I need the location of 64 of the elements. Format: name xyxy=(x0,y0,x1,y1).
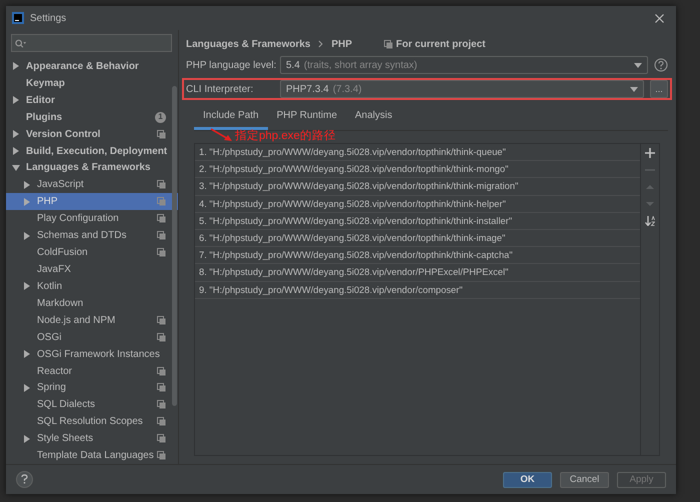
field-label: CLI Interpreter: xyxy=(186,82,254,96)
dropdown-caret-icon xyxy=(630,86,638,92)
dropdown-field[interactable]: PHP7.3.4 (7.3.4) xyxy=(280,80,644,98)
path-row[interactable]: 1. "H:/phpstudy_pro/WWW/deyang.5i028.vip/vendor/topthink/think-queue" xyxy=(195,144,640,162)
dropdown-caret-icon xyxy=(634,62,642,68)
path-row[interactable]: 5. "H:/phpstudy_pro/WWW/deyang.5i028.vip/vendor/topthink/think-installer" xyxy=(195,212,640,230)
scope-note: For current project xyxy=(396,38,486,52)
sidebar-item[interactable]: OSGi Framework Instances xyxy=(6,346,178,363)
sidebar-item[interactable]: OSGi xyxy=(6,328,178,346)
app-icon xyxy=(12,12,24,24)
sidebar-item[interactable]: Style Sheets xyxy=(6,430,178,448)
dropdown-field[interactable]: 5.4 (traits, short array syntax) xyxy=(280,56,648,74)
search-icon xyxy=(15,38,26,48)
tab[interactable]: PHP Runtime xyxy=(268,106,346,130)
sidebar-item[interactable]: Plugins 1 xyxy=(6,108,178,126)
sidebar-item[interactable]: Keymap xyxy=(6,74,178,92)
sidebar-item[interactable]: Version Control xyxy=(6,126,178,143)
sidebar-item[interactable]: ColdFusion xyxy=(6,244,178,262)
field-label: PHP language level: xyxy=(186,58,274,72)
search-field[interactable] xyxy=(11,34,172,52)
sidebar-item[interactable]: JavaFX xyxy=(6,261,178,278)
sidebar-item[interactable]: Appearance & Behavior xyxy=(6,58,178,75)
ok-button[interactable]: OK xyxy=(503,472,552,488)
sidebar-item[interactable]: Languages & Frameworks xyxy=(6,160,178,176)
breadcrumb-item: PHP xyxy=(331,38,352,52)
count-badge: 1 xyxy=(155,112,166,123)
sidebar-item[interactable]: Markdown xyxy=(6,294,178,312)
path-row[interactable]: 3. "H:/phpstudy_pro/WWW/deyang.5i028.vip/vendor/topthink/think-migration" xyxy=(195,178,640,196)
path-row[interactable]: 4. "H:/phpstudy_pro/WWW/deyang.5i028.vip/vendor/topthink/think-helper" xyxy=(195,196,640,213)
window-title: Settings xyxy=(30,12,66,26)
sidebar-item[interactable]: Editor xyxy=(6,92,178,109)
sidebar-item[interactable]: Spring xyxy=(6,380,178,396)
path-row[interactable]: 6. "H:/phpstudy_pro/WWW/deyang.5i028.vip/vendor/topthink/think-image" xyxy=(195,230,640,248)
sort-icon[interactable] xyxy=(645,216,655,226)
sidebar-item[interactable]: Reactor xyxy=(6,362,178,380)
path-row[interactable]: 2. "H:/phpstudy_pro/WWW/deyang.5i028.vip/vendor/topthink/think-mongo" xyxy=(195,161,640,178)
help-icon xyxy=(654,58,668,72)
sidebar-item[interactable]: Build, Execution, Deployment xyxy=(6,142,178,160)
sidebar-item[interactable]: JavaScript xyxy=(6,176,178,194)
tab[interactable]: Include Path xyxy=(194,106,268,130)
tab[interactable]: Analysis xyxy=(346,106,402,130)
sidebar-item[interactable]: SQL Resolution Scopes xyxy=(6,413,178,430)
close-icon[interactable] xyxy=(655,14,664,22)
annotation-text: 指定php.exe的路径 xyxy=(235,130,336,142)
browse-button[interactable]: ... xyxy=(650,80,668,98)
sidebar-item[interactable]: Schemas and DTDs xyxy=(6,227,178,244)
help-button[interactable] xyxy=(16,471,33,488)
annotation-arrow-icon xyxy=(210,128,234,142)
scrollbar[interactable] xyxy=(172,86,177,406)
add-icon[interactable] xyxy=(645,148,655,158)
sidebar-item[interactable]: Node.js and NPM xyxy=(6,312,178,329)
sidebar-item[interactable]: Play Configuration xyxy=(6,210,178,228)
sidebar-item[interactable]: SQL Dialects xyxy=(6,396,178,414)
sidebar-item[interactable]: PHP xyxy=(6,193,178,210)
sidebar-item[interactable]: Template Data Languages xyxy=(6,447,178,464)
dialog-button[interactable]: Cancel xyxy=(560,472,609,488)
path-row[interactable]: 7. "H:/phpstudy_pro/WWW/deyang.5i028.vip/vendor/topthink/think-captcha" xyxy=(195,247,640,264)
path-row[interactable]: 9. "H:/phpstudy_pro/WWW/deyang.5i028.vip/vendor/composer" xyxy=(195,282,640,299)
help-icon xyxy=(20,474,29,484)
copy-icon xyxy=(384,40,394,48)
chevron-icon xyxy=(318,40,324,48)
path-row[interactable]: 8. "H:/phpstudy_pro/WWW/deyang.5i028.vip/vendor/PHPExcel/PHPExcel" xyxy=(195,264,640,282)
breadcrumb-item: Languages & Frameworks xyxy=(186,38,310,52)
sidebar-item[interactable]: Kotlin xyxy=(6,278,178,295)
